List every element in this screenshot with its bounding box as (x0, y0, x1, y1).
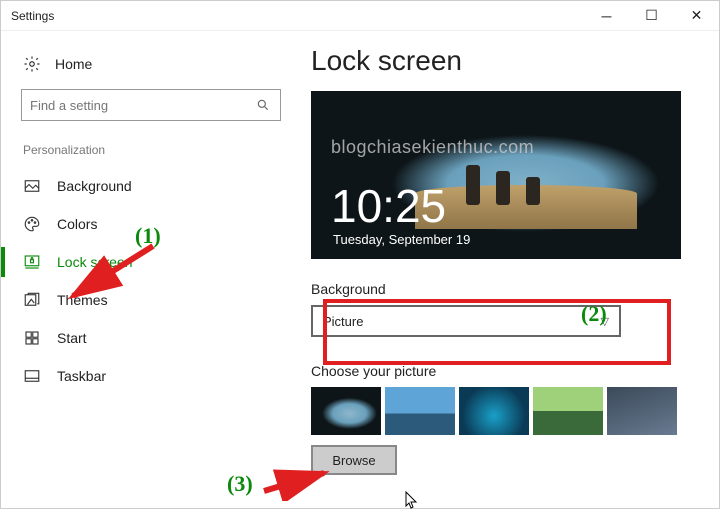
main-panel: Lock screen blogchiasekienthuc.com 10:25… (301, 31, 719, 508)
lock-screen-icon (23, 253, 41, 271)
browse-label: Browse (332, 453, 375, 468)
picture-thumbnails (311, 387, 689, 435)
minimize-button[interactable]: ─ (584, 1, 629, 31)
sidebar-item-taskbar[interactable]: Taskbar (21, 357, 281, 395)
home-label: Home (55, 56, 92, 72)
dropdown-value: Picture (323, 314, 363, 329)
sidebar-item-colors[interactable]: Colors (21, 205, 281, 243)
preview-clock: 10:25 (331, 183, 446, 229)
home-nav[interactable]: Home (21, 45, 281, 89)
title-bar: Settings ─ ☐ ✕ (1, 1, 719, 31)
sidebar-item-label: Taskbar (57, 368, 106, 384)
browse-button[interactable]: Browse (311, 445, 397, 475)
sidebar-item-label: Lock screen (57, 254, 132, 270)
search-icon (254, 96, 272, 114)
start-icon (23, 329, 41, 347)
thumbnail-1[interactable] (311, 387, 381, 435)
gear-icon (23, 55, 41, 73)
sidebar-item-background[interactable]: Background (21, 167, 281, 205)
thumbnail-5[interactable] (607, 387, 677, 435)
choose-picture-label: Choose your picture (311, 363, 689, 379)
background-dropdown[interactable]: Picture ▽ (311, 305, 621, 337)
themes-icon (23, 291, 41, 309)
close-button[interactable]: ✕ (674, 1, 719, 31)
taskbar-icon (23, 367, 41, 385)
search-input[interactable] (30, 98, 254, 113)
thumbnail-2[interactable] (385, 387, 455, 435)
sidebar-item-themes[interactable]: Themes (21, 281, 281, 319)
chevron-down-icon: ▽ (601, 315, 609, 328)
palette-icon (23, 215, 41, 233)
sidebar-item-label: Start (57, 330, 87, 346)
preview-date: Tuesday, September 19 (333, 232, 470, 247)
maximize-button[interactable]: ☐ (629, 1, 674, 31)
lock-screen-preview: blogchiasekienthuc.com 10:25 Tuesday, Se… (311, 91, 681, 259)
background-label: Background (311, 281, 689, 297)
category-label: Personalization (23, 143, 281, 157)
page-title: Lock screen (311, 45, 689, 77)
sidebar-item-label: Colors (57, 216, 97, 232)
sidebar-item-start[interactable]: Start (21, 319, 281, 357)
sidebar-item-label: Themes (57, 292, 108, 308)
thumbnail-3[interactable] (459, 387, 529, 435)
watermark-text: blogchiasekienthuc.com (331, 137, 671, 158)
sidebar-item-lock-screen[interactable]: Lock screen (21, 243, 281, 281)
sidebar-item-label: Background (57, 178, 132, 194)
thumbnail-4[interactable] (533, 387, 603, 435)
search-box[interactable] (21, 89, 281, 121)
picture-icon (23, 177, 41, 195)
window-controls: ─ ☐ ✕ (584, 1, 719, 31)
sidebar: Home Personalization Background Colors L… (1, 31, 301, 508)
window-title: Settings (11, 9, 584, 23)
